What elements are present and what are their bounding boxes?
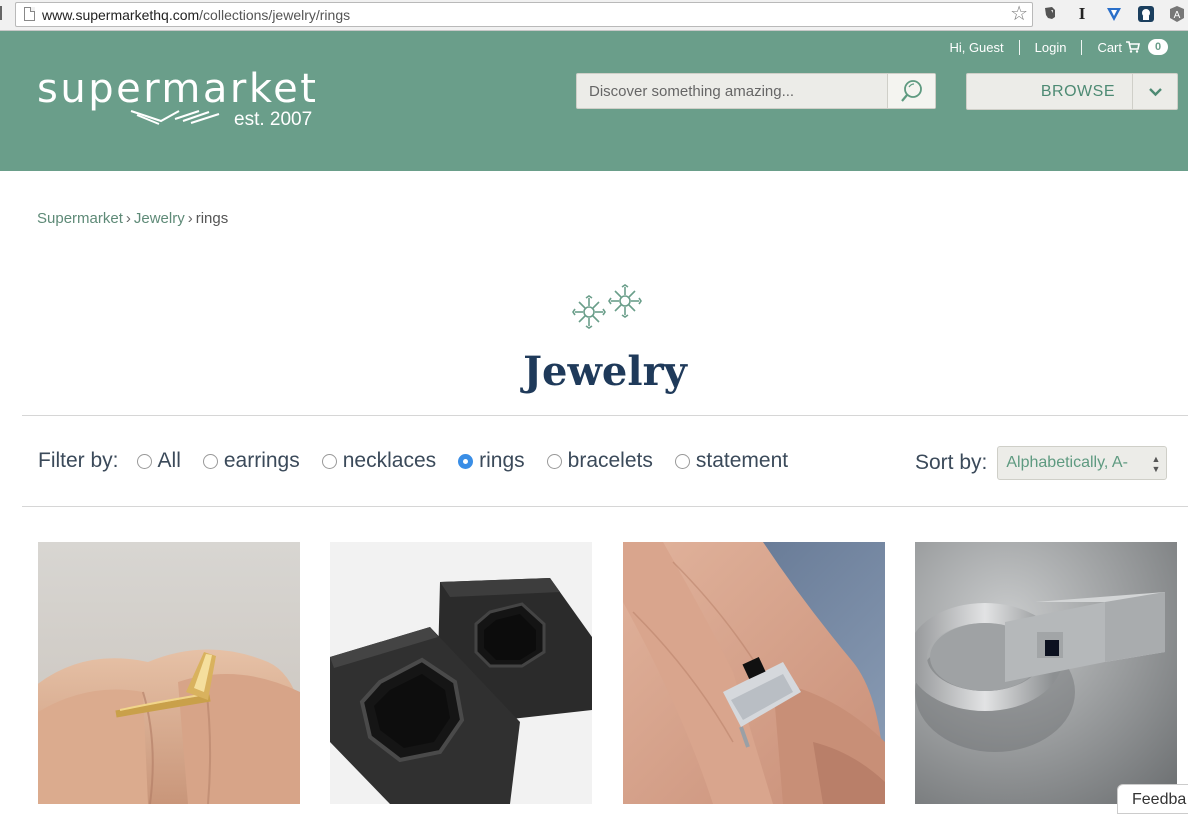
ghostery-extension-icon[interactable] — [1137, 5, 1155, 23]
filter-option-statement[interactable]: statement — [674, 449, 789, 473]
chevron-down-icon[interactable] — [1132, 74, 1177, 109]
sort-select[interactable]: Alphabetically, A- ▲ ▼ — [997, 446, 1168, 480]
bookmark-star-icon[interactable]: ☆ — [1010, 3, 1028, 25]
divider — [22, 415, 1188, 416]
url-path: /collections/jewelry/rings — [199, 7, 351, 23]
page-title: Jewelry — [523, 348, 687, 395]
cart-link[interactable]: Cart 0 — [1097, 39, 1168, 55]
filter-option-label: rings — [479, 449, 525, 472]
adblock-extension-icon[interactable]: A — [1168, 5, 1186, 23]
url-domain: www.supermarkethq.com — [42, 7, 200, 23]
product-card-gold-bar-ring[interactable] — [38, 542, 300, 804]
nav-divider — [1018, 39, 1020, 55]
login-link[interactable]: Login — [1035, 40, 1067, 55]
sort-label: Sort by: — [915, 451, 988, 474]
filter-option-earrings[interactable]: earrings — [202, 449, 300, 473]
logo-wordmark: supermarket — [37, 66, 319, 112]
radio-button[interactable] — [136, 453, 152, 469]
search-input[interactable] — [577, 74, 887, 108]
url-text[interactable]: www.supermarkethq.com/collections/jewelr… — [42, 7, 350, 23]
filter-option-bracelets[interactable]: bracelets — [546, 449, 653, 473]
product-image — [330, 542, 592, 804]
account-nav: Hi, Guest Login Cart 0 — [949, 39, 1168, 55]
filter-option-label: statement — [695, 449, 789, 472]
nav-divider — [1081, 39, 1083, 55]
browser-toolbar: www.supermarkethq.com/collections/jewelr… — [0, 0, 1188, 31]
breadcrumb-link-jewelry[interactable]: Jewelry — [134, 210, 185, 227]
breadcrumb: Supermarket › Jewelry › rings — [37, 210, 228, 227]
product-image — [38, 542, 300, 804]
jewelry-category-icon — [572, 284, 642, 329]
product-image — [915, 542, 1177, 804]
instapaper-extension-icon[interactable]: I — [1073, 5, 1091, 23]
filter-option-label: All — [157, 449, 181, 472]
cart-icon — [1126, 41, 1140, 53]
filter-option-rings[interactable]: rings — [458, 449, 525, 473]
breadcrumb-separator: › — [187, 210, 193, 227]
product-card-octagon-ring-molds[interactable] — [330, 542, 592, 804]
back-edge-icon[interactable] — [0, 6, 4, 20]
product-image — [623, 542, 885, 804]
filter-option-label: earrings — [223, 449, 300, 472]
search-box — [576, 73, 936, 109]
greeting-text: Hi, Guest — [949, 39, 1004, 55]
filter-option-all[interactable]: All — [136, 449, 181, 473]
breadcrumb-link-supermarket[interactable]: Supermarket — [37, 210, 123, 227]
svg-text:A: A — [1174, 10, 1181, 21]
product-card-silver-box-ring[interactable] — [915, 542, 1177, 804]
cart-label: Cart — [1097, 39, 1122, 55]
breadcrumb-separator: › — [125, 210, 131, 227]
breadcrumb-current: rings — [195, 210, 229, 227]
filter-option-label: necklaces — [342, 449, 437, 472]
cart-count-badge: 0 — [1148, 39, 1168, 55]
filter-option-label: bracelets — [567, 449, 653, 472]
site-header: supermarket est. 2007 Hi, Guest Login Ca… — [0, 31, 1188, 171]
radio-button[interactable] — [546, 453, 562, 469]
sort-value: Alphabetically, A- — [1006, 454, 1128, 471]
logo-wings-icon — [130, 110, 220, 125]
search-icon — [901, 80, 922, 102]
radio-button[interactable] — [674, 453, 690, 469]
filter-bar: Filter by: All earrings necklaces rings … — [38, 449, 810, 473]
select-arrows-icon: ▲ ▼ — [1151, 454, 1161, 474]
search-button[interactable] — [887, 74, 935, 108]
sort-control: Sort by: Alphabetically, A- ▲ ▼ — [915, 446, 1168, 480]
divider — [22, 506, 1188, 507]
radio-button[interactable] — [321, 453, 337, 469]
filter-label: Filter by: — [38, 449, 119, 472]
radio-button[interactable] — [202, 453, 218, 469]
radio-button-selected[interactable] — [458, 453, 474, 469]
filter-option-necklaces[interactable]: necklaces — [321, 449, 437, 473]
logo-established: est. 2007 — [234, 109, 313, 130]
evernote-extension-icon[interactable] — [1041, 5, 1059, 23]
product-card-silver-onyx-ring[interactable] — [623, 542, 885, 804]
page-icon — [24, 7, 35, 21]
vimium-extension-icon[interactable] — [1105, 5, 1123, 23]
browse-label: BROWSE — [1040, 83, 1115, 100]
browse-dropdown[interactable]: BROWSE — [966, 73, 1178, 110]
address-bar[interactable]: www.supermarkethq.com/collections/jewelr… — [15, 2, 1033, 27]
site-logo[interactable]: supermarket est. 2007 — [37, 66, 319, 130]
